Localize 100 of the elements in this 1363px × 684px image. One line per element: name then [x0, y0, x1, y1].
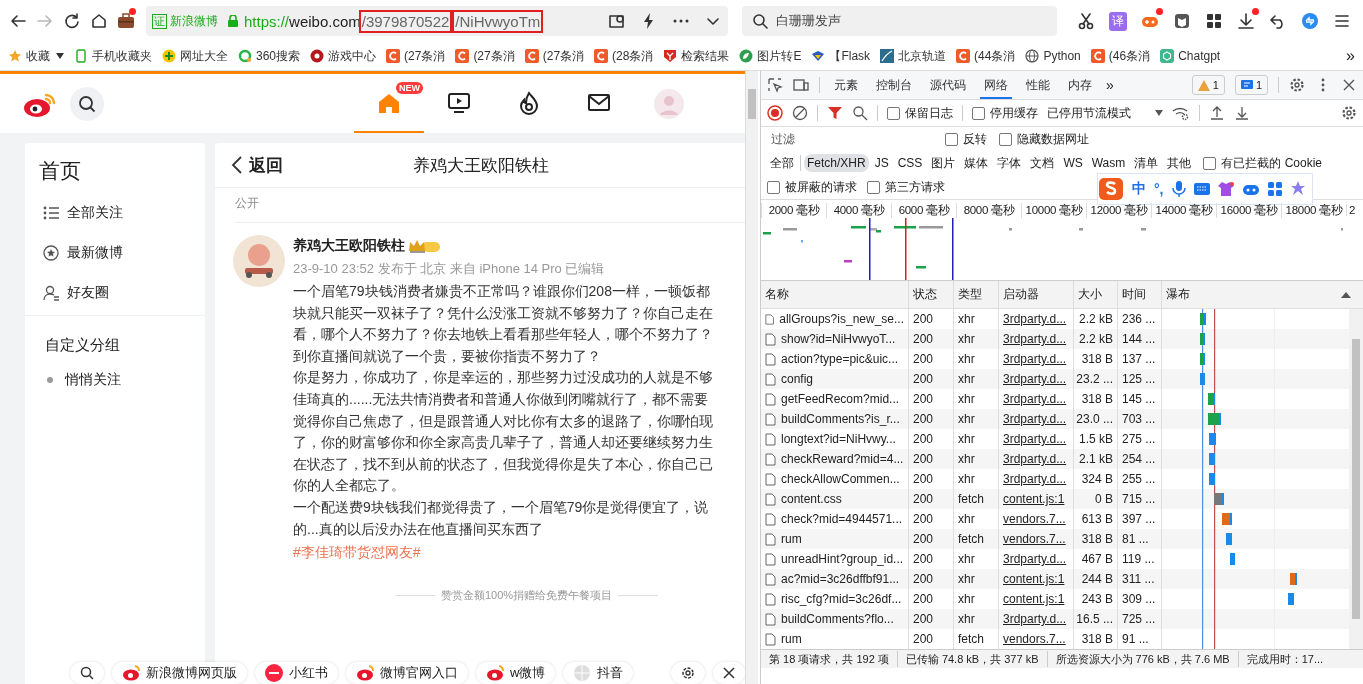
column-header[interactable]: 名称 — [761, 281, 909, 308]
devtools-tab[interactable]: 源代码 — [926, 71, 970, 99]
devtools-tab[interactable]: 控制台 — [872, 71, 916, 99]
scrollbar[interactable] — [1349, 309, 1363, 649]
wifi-settings-icon[interactable] — [1172, 105, 1190, 121]
download-icon[interactable] — [1237, 12, 1255, 30]
type-filter[interactable]: 媒体 — [961, 152, 992, 174]
author-name[interactable]: 养鸡大王欧阳铁柱 — [293, 237, 405, 255]
initiator-link[interactable]: content.js:1 — [999, 569, 1074, 589]
sync-icon[interactable] — [1301, 12, 1319, 30]
column-header[interactable]: 瀑布 — [1162, 281, 1363, 308]
quick-link[interactable]: w微博 — [476, 662, 556, 684]
search-button[interactable] — [70, 662, 104, 684]
devtools-tab[interactable]: 元素 — [830, 71, 862, 99]
type-filter[interactable]: 清单 — [1131, 152, 1162, 174]
star-icon[interactable] — [1289, 181, 1306, 197]
apps-icon[interactable] — [1205, 12, 1223, 30]
type-filter[interactable]: 图片 — [928, 152, 959, 174]
checkbox[interactable]: 隐藏数据网址 — [999, 130, 1089, 148]
sidebar-item[interactable]: 悄悄关注 — [25, 362, 205, 398]
checkbox[interactable]: 停用缓存 — [972, 104, 1038, 122]
bookmark[interactable]: Chatgpt — [1160, 49, 1221, 63]
bookmark[interactable]: (46条消 — [1090, 47, 1151, 65]
initiator-link[interactable]: 3rdparty.d... — [999, 449, 1074, 469]
initiator-link[interactable]: 3rdparty.d... — [999, 409, 1074, 429]
scrollbar[interactable] — [745, 71, 758, 684]
filter-icon[interactable] — [827, 105, 843, 121]
bookmark[interactable]: (27条消 — [386, 47, 446, 65]
translate-button[interactable]: 译 — [1109, 11, 1127, 31]
quick-link[interactable]: 抖音 — [563, 662, 634, 684]
devtools-tab[interactable]: 内存 — [1064, 71, 1096, 99]
table-cell[interactable]: rum — [761, 529, 909, 549]
initiator-link[interactable]: content.js:1 — [999, 489, 1074, 509]
reload-icon[interactable] — [63, 12, 81, 30]
table-cell[interactable]: buildComments?is_r... — [761, 409, 909, 429]
table-cell[interactable]: buildComments?flo... — [761, 609, 909, 629]
devtools-tab[interactable]: 网络 — [980, 71, 1012, 99]
menu-icon[interactable] — [1333, 12, 1351, 30]
table-cell[interactable]: content.css — [761, 489, 909, 509]
microphone-icon[interactable] — [1171, 181, 1186, 197]
type-filter[interactable]: JS — [871, 154, 892, 172]
keyboard-icon[interactable] — [1193, 183, 1210, 195]
bookmark[interactable]: 【Flask — [811, 47, 871, 65]
table-cell[interactable]: checkReward?mid=4... — [761, 449, 909, 469]
messages-counter[interactable]: 1 — [1234, 75, 1268, 95]
checkbox[interactable]: 保留日志 — [887, 104, 953, 122]
type-filter[interactable]: 全部 — [767, 152, 797, 174]
inspect-icon[interactable] — [767, 77, 783, 93]
nav-tab[interactable]: NEW — [354, 74, 424, 133]
search-field[interactable]: 白珊珊发声 — [742, 6, 1057, 36]
type-filter[interactable]: Wasm — [1088, 154, 1129, 172]
clear-icon[interactable] — [792, 105, 808, 121]
bookmark[interactable]: 360搜索 — [238, 47, 301, 65]
initiator-link[interactable]: 3rdparty.d... — [999, 369, 1074, 389]
punctuation-toggle[interactable]: °, — [1154, 181, 1164, 197]
image-search-icon[interactable] — [608, 12, 626, 30]
close-button[interactable] — [713, 662, 745, 684]
avatar-icon[interactable] — [233, 235, 285, 287]
bookmark[interactable]: 游戏中心 — [310, 47, 377, 65]
initiator-link[interactable]: 3rdparty.d... — [999, 609, 1074, 629]
settings-button[interactable] — [671, 662, 706, 684]
checkbox[interactable]: 反转 — [945, 130, 987, 148]
ime-logo-icon[interactable] — [1098, 177, 1124, 201]
table-cell[interactable]: ac?mid=3c26dffbf91... — [761, 569, 909, 589]
device-icon[interactable] — [793, 77, 809, 93]
robot-icon[interactable] — [1241, 182, 1260, 196]
table-cell[interactable]: show?id=NiHvwyoT... — [761, 329, 909, 349]
type-filter[interactable]: Fetch/XHR — [804, 154, 869, 172]
throttling-dropdown[interactable]: 已停用节流模式 — [1047, 104, 1163, 122]
column-header[interactable]: 类型 — [954, 281, 999, 308]
bookmark[interactable]: 手机收藏夹 — [74, 47, 152, 65]
table-cell[interactable]: config — [761, 369, 909, 389]
bookmark[interactable]: (28条消 — [594, 47, 654, 65]
more-tabs-button[interactable]: » — [1106, 77, 1114, 93]
upload-icon[interactable] — [1209, 105, 1225, 121]
sort-arrow-icon[interactable] — [1341, 292, 1351, 298]
type-filter[interactable]: WS — [1060, 154, 1086, 172]
column-header[interactable]: 时间 — [1118, 281, 1162, 308]
dropdown-caret-icon[interactable] — [56, 53, 64, 59]
more-bookmarks-button[interactable]: » — [1346, 47, 1355, 65]
quick-link[interactable]: 微博官网入口 — [346, 662, 468, 684]
settings-icon[interactable] — [1289, 77, 1305, 93]
back-link[interactable]: 返回 — [231, 153, 283, 177]
book-icon[interactable] — [1173, 12, 1191, 30]
bookmark[interactable]: (27条消 — [455, 47, 515, 65]
type-filter[interactable]: 字体 — [994, 152, 1025, 174]
type-filter[interactable]: 其他 — [1164, 152, 1195, 174]
sidebar-item[interactable]: 最新微博 — [25, 233, 205, 273]
bookmark[interactable]: (27条消 — [524, 47, 585, 65]
search-icon[interactable] — [852, 105, 868, 121]
type-filter[interactable]: 文档 — [1027, 152, 1058, 174]
input-mode-toggle[interactable]: 中 — [1132, 180, 1146, 198]
type-filter[interactable]: CSS — [894, 154, 926, 172]
search-button[interactable] — [70, 86, 104, 121]
sidebar-item[interactable]: 全部关注 — [25, 193, 205, 233]
bookmark[interactable]: 图片转E — [739, 47, 802, 65]
settings-icon[interactable] — [1341, 105, 1357, 121]
column-header[interactable]: 启动器 — [999, 281, 1074, 308]
warnings-counter[interactable]: 1 — [1191, 75, 1225, 95]
close-icon[interactable] — [1341, 77, 1357, 93]
